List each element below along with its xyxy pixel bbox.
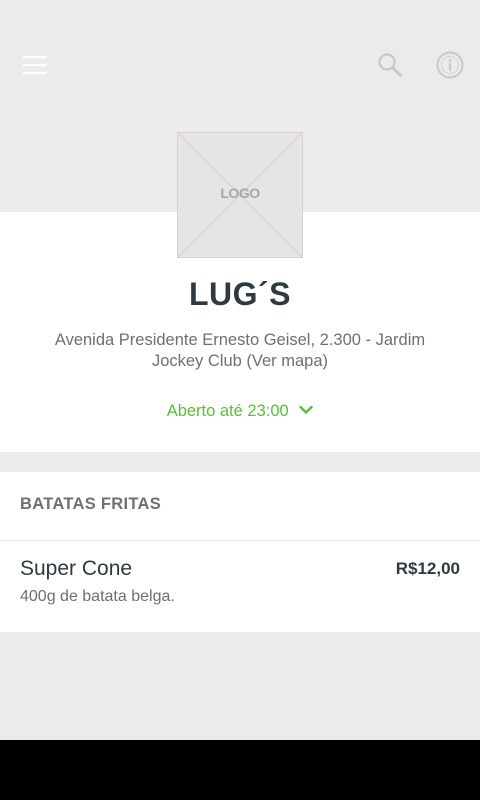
chevron-down-icon xyxy=(299,405,313,414)
store-logo-placeholder: LOGO xyxy=(177,132,303,258)
store-address-link[interactable]: Avenida Presidente Ernesto Geisel, 2.300… xyxy=(40,330,440,372)
logo-placeholder-label: LOGO xyxy=(220,185,260,201)
menu-item-description: 400g de batata belga. xyxy=(20,588,175,605)
system-navigation-bar xyxy=(0,740,480,800)
search-button[interactable] xyxy=(370,44,410,86)
menu-item-name: Super Cone xyxy=(20,557,133,580)
menu-button[interactable] xyxy=(14,44,56,86)
search-icon xyxy=(378,53,402,77)
store-name: LUG´S xyxy=(188,276,292,312)
info-button[interactable] xyxy=(430,44,470,86)
menu-item[interactable]: Super Cone 400g de batata belga. R$12,00 xyxy=(0,541,480,632)
opening-hours-label: Aberto até 23:00 xyxy=(166,402,289,420)
hamburger-menu-icon xyxy=(23,56,47,74)
menu-item-price: R$12,00 xyxy=(395,559,460,578)
opening-hours-toggle[interactable]: Aberto até 23:00 xyxy=(0,402,480,421)
section-title: BATATAS FRITAS xyxy=(20,495,162,513)
info-icon xyxy=(436,51,464,79)
